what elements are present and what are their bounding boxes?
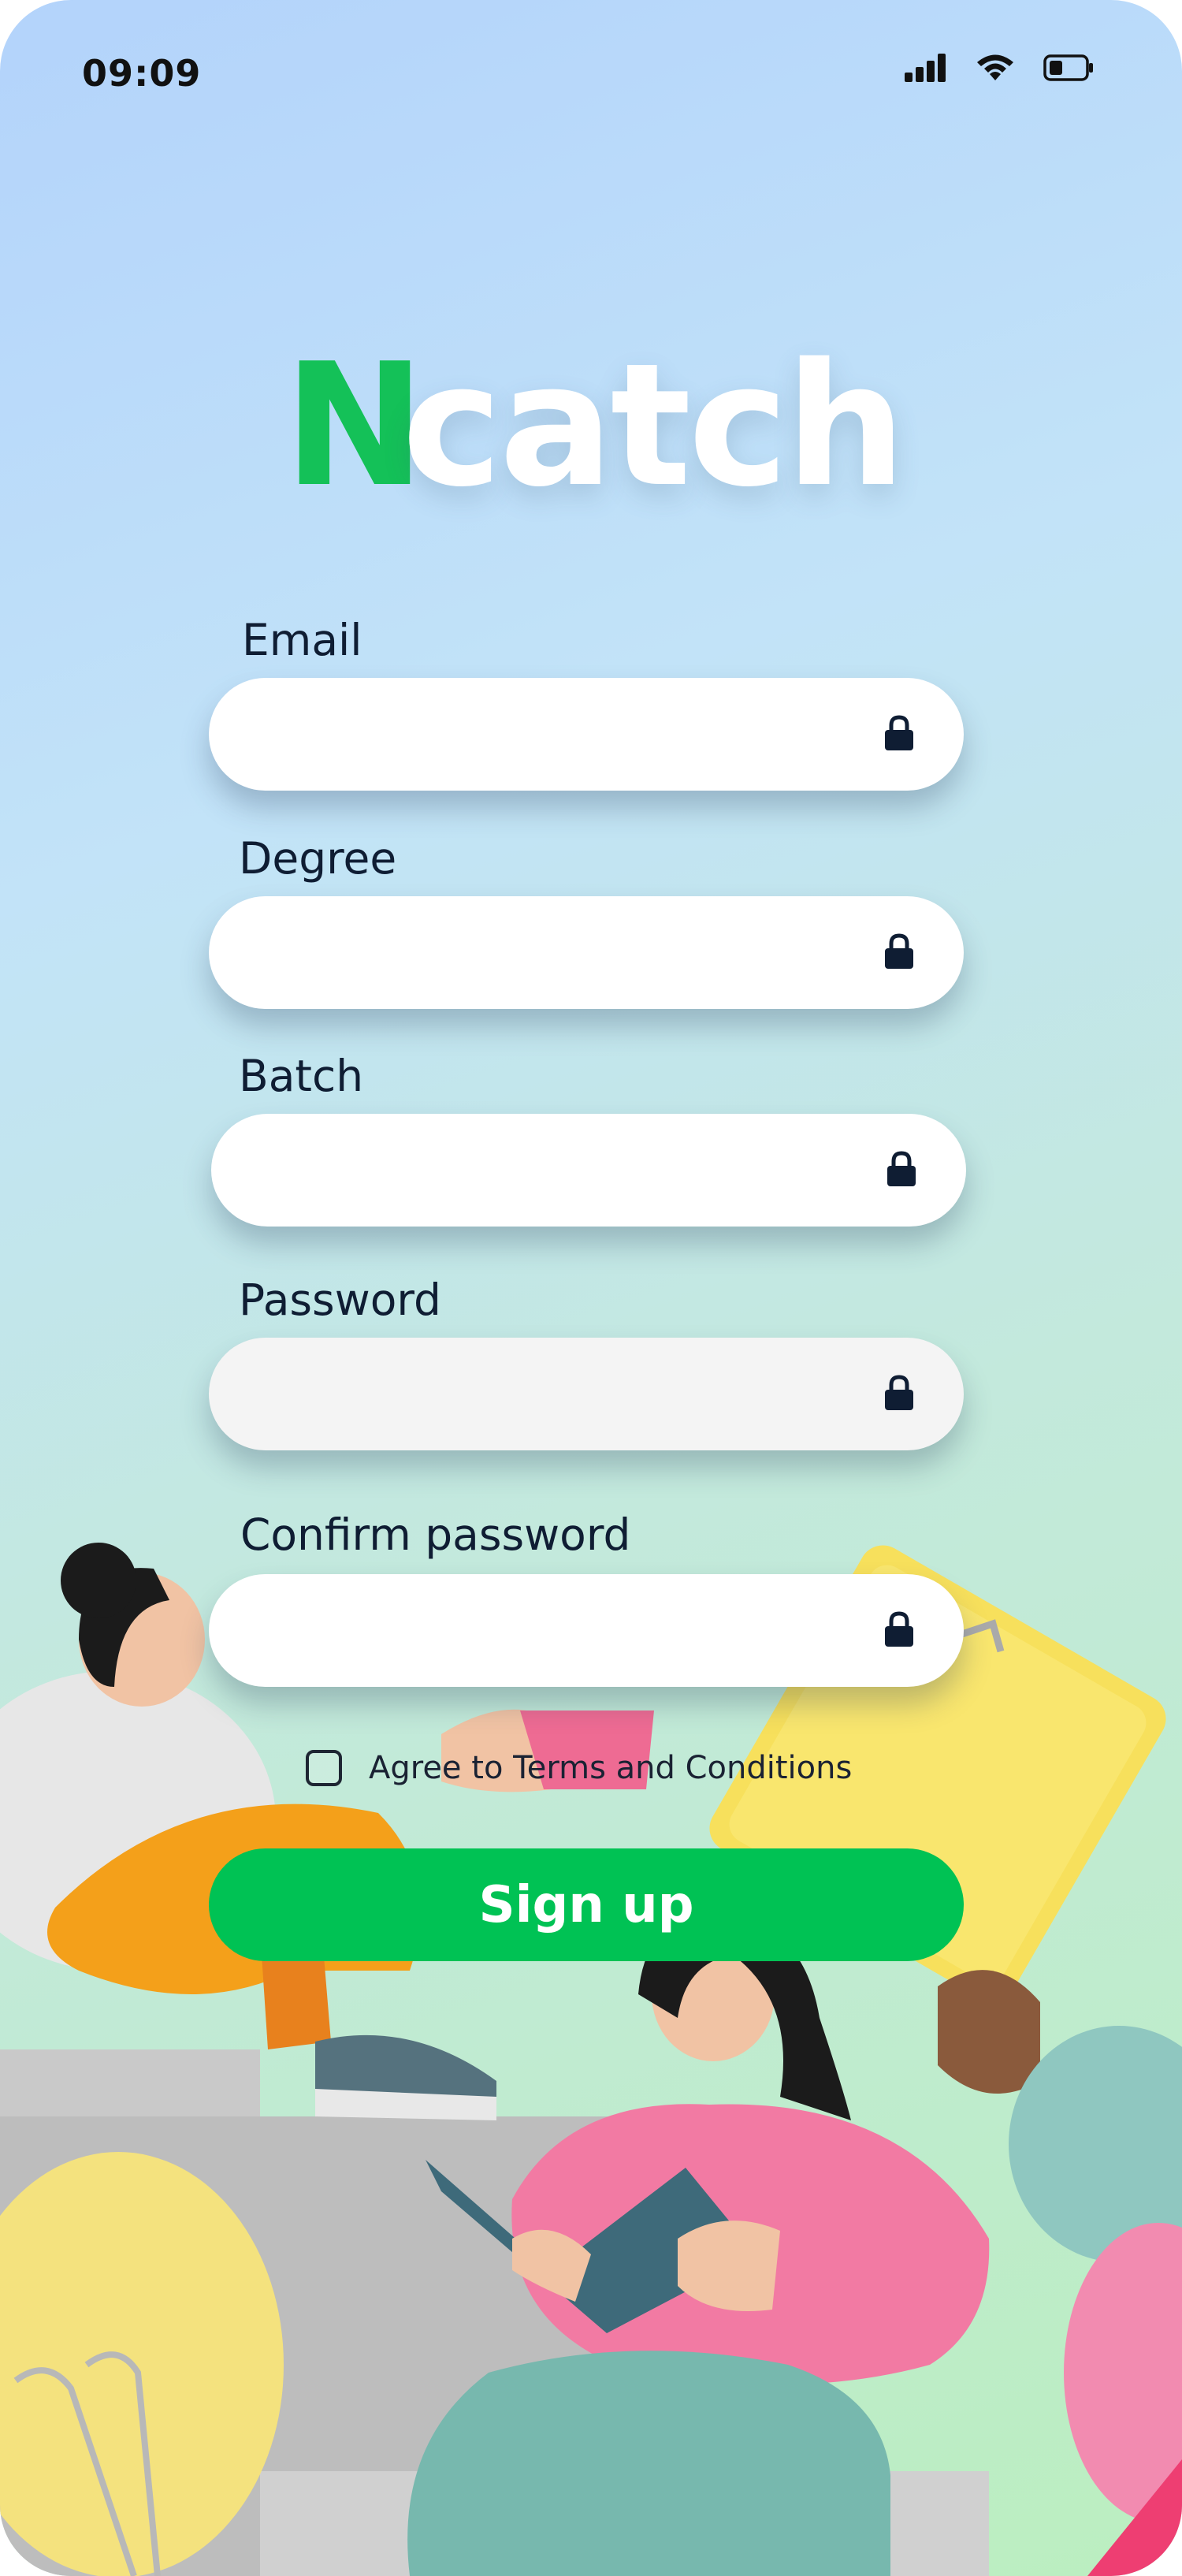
email-input[interactable] — [248, 678, 866, 792]
wifi-icon — [977, 54, 1013, 80]
degree-field[interactable] — [209, 896, 964, 1011]
confirm-password-field[interactable] — [209, 1574, 964, 1688]
lock-icon — [885, 714, 913, 750]
email-field[interactable] — [209, 678, 964, 792]
terms-checkbox[interactable] — [306, 1750, 342, 1786]
terms-label[interactable]: Agree to Terms and Conditions — [369, 1750, 852, 1786]
password-input[interactable] — [248, 1338, 866, 1452]
batch-input[interactable] — [251, 1114, 868, 1228]
email-label: Email — [242, 615, 362, 665]
password-label: Password — [239, 1275, 441, 1325]
status-time: 09:09 — [82, 52, 202, 95]
lock-icon — [887, 1150, 916, 1186]
logo-wordmark: catch — [402, 326, 906, 524]
lock-icon — [885, 1610, 913, 1647]
lock-icon — [885, 1374, 913, 1410]
lock-icon — [885, 932, 913, 969]
battery-icon — [1043, 54, 1093, 81]
batch-field[interactable] — [211, 1114, 966, 1228]
signup-button[interactable]: Sign up — [209, 1848, 964, 1961]
degree-input[interactable] — [248, 896, 866, 1011]
ncatch-logo: N catch — [284, 339, 906, 512]
batch-label: Batch — [239, 1051, 364, 1101]
terms-row[interactable]: Agree to Terms and Conditions — [306, 1750, 852, 1786]
degree-label: Degree — [239, 833, 397, 884]
status-icons — [905, 54, 1094, 82]
confirm-password-label: Confirm password — [240, 1509, 631, 1560]
signal-icon — [905, 54, 946, 82]
signup-screen: 09:09 N catch Email Degree Batch Passwor… — [0, 0, 1182, 2576]
confirm-password-input[interactable] — [248, 1574, 866, 1688]
password-field[interactable] — [209, 1338, 964, 1452]
